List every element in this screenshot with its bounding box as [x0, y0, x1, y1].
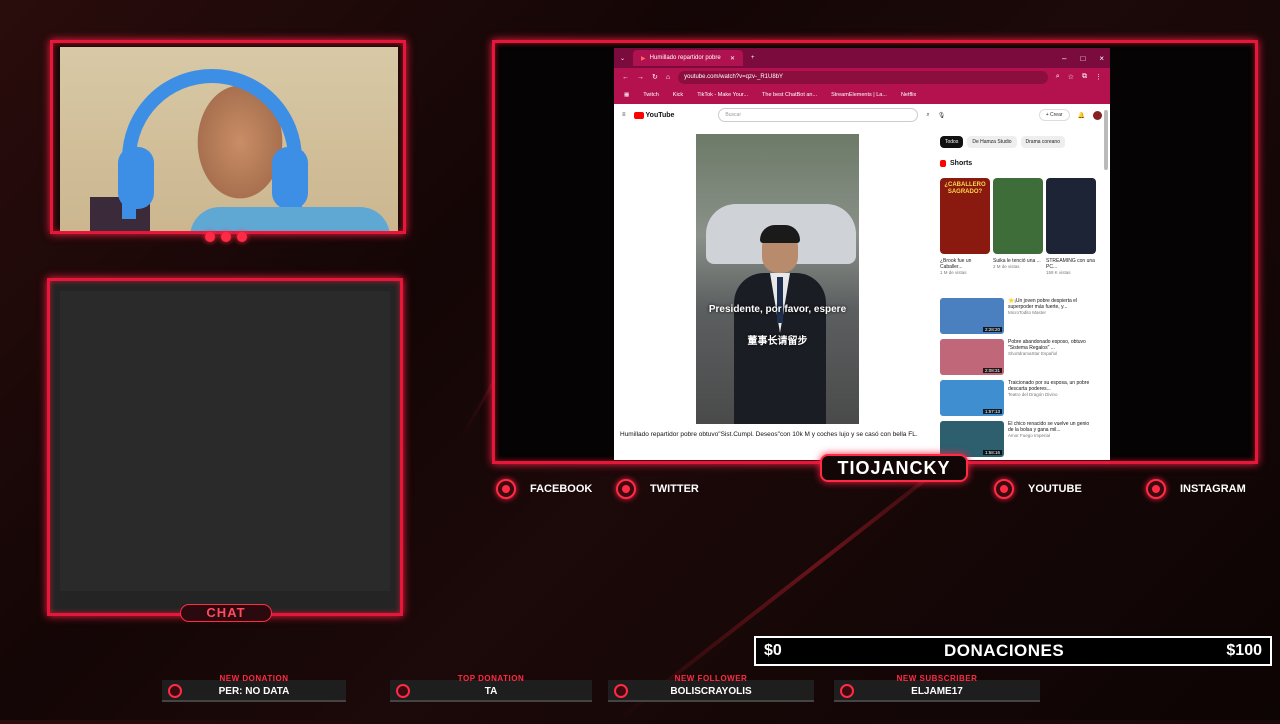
chat-area [60, 291, 390, 591]
browser-window: ⌄ ▶ Humillado repartidor pobre ✕ + – □ ×… [614, 48, 1110, 460]
close-window-button[interactable]: × [1099, 54, 1104, 63]
donations-max: $100 [1226, 642, 1262, 659]
chip-channel[interactable]: De Hamza Studio [967, 136, 1017, 148]
donations-min: $0 [764, 642, 782, 659]
reload-icon[interactable]: ↻ [652, 73, 658, 81]
youtube-header: ≡ YouTube Buscar ⌕ 🎙 + Crear 🔔 [614, 104, 1110, 126]
man-in-suit [734, 225, 826, 424]
alert-new-follower: NEW FOLLOWER BOLISCRAYOLIS [608, 674, 814, 702]
bookmark-netflix[interactable]: Netflix [901, 92, 916, 98]
new-tab-button[interactable]: + [751, 55, 755, 61]
back-icon[interactable]: ← [622, 74, 629, 81]
subtitle-chinese: 董事长请留步 [747, 336, 808, 347]
youtube-logo[interactable]: YouTube [633, 111, 674, 119]
video-title: Humillado repartidor pobre obtuvo"Sist.C… [620, 431, 918, 438]
alert-top-donation: TOP DONATION TA [390, 674, 592, 702]
webcam-frame [50, 40, 406, 234]
notifications-bell-icon[interactable]: 🔔 [1078, 112, 1085, 119]
twitter-icon [616, 479, 636, 499]
bookmark-kick[interactable]: Kick [673, 92, 683, 98]
bookmarks-bar: ▦ Twitch Kick TikTok - Make Your... The … [614, 86, 1110, 104]
short-meta-item: STREAMING con una PC... 159 K vistas [1046, 258, 1095, 275]
zoom-icon[interactable]: ⌕ [1056, 73, 1060, 81]
youtube-search-input[interactable]: Buscar [718, 108, 919, 122]
webcam-feed [60, 47, 398, 231]
list-item[interactable]: 2:28:20 ⭐¡Un joven pobre despierta el su… [940, 298, 1092, 334]
home-icon[interactable]: ⌂ [666, 74, 670, 81]
youtube-favicon-icon: ▶ [641, 55, 646, 62]
chat-label: CHAT [180, 604, 272, 622]
list-item[interactable]: 2:08:31 Pobre abandonado esposo, obtuvo … [940, 339, 1092, 375]
url-field[interactable]: youtube.com/watch?v=qzv-_R1U8bY [678, 70, 1048, 84]
list-item[interactable]: 1:58:16 El chico renacido se vuelve un g… [940, 421, 1092, 457]
scrollbar[interactable] [1104, 110, 1108, 170]
chevron-right-icon[interactable]: › [1075, 136, 1077, 148]
headset-cup-right [272, 147, 308, 209]
browser-tab-bar: ⌄ ▶ Humillado repartidor pobre ✕ + – □ × [614, 48, 1110, 68]
browser-tab-active[interactable]: ▶ Humillado repartidor pobre ✕ [633, 50, 744, 66]
menu-dots-icon[interactable]: ⋮ [1095, 73, 1102, 81]
social-instagram: INSTAGRAM [1146, 479, 1246, 499]
shorts-icon [940, 160, 946, 167]
alert-new-donation: NEW DONATION PER: NO DATA [162, 674, 346, 702]
shorts-meta: ¿Brook fue un Caballer... 1 M de vistas S… [940, 258, 1096, 276]
maximize-button[interactable]: □ [1080, 54, 1085, 63]
close-tab-icon[interactable]: ✕ [730, 55, 735, 62]
extensions-icon[interactable]: ⧉ [1082, 73, 1087, 81]
apps-grid-icon[interactable]: ▦ [624, 92, 629, 98]
shorts-row: ¿CABALLERO SAGRADO? [940, 178, 1096, 254]
microphone-icon[interactable]: 🎙 [938, 112, 946, 119]
shorts-heading: Shorts [940, 160, 972, 167]
hamburger-menu-icon[interactable]: ≡ [622, 112, 626, 118]
list-item[interactable]: 1:57:13 Traicionado por su esposa, un po… [940, 380, 1092, 416]
instagram-icon [1146, 479, 1166, 499]
address-bar-row: ← → ↻ ⌂ youtube.com/watch?v=qzv-_R1U8bY … [614, 68, 1110, 86]
bookmark-star-icon[interactable]: ☆ [1068, 73, 1074, 81]
headset-cup-left [118, 147, 154, 209]
social-youtube: YOUTUBE [994, 479, 1082, 499]
facebook-icon [496, 479, 516, 499]
social-twitter: TWITTER [616, 479, 699, 499]
create-button[interactable]: + Crear [1038, 109, 1070, 121]
short-card[interactable] [1046, 178, 1096, 254]
bookmark-chatbot[interactable]: The best ChatBot an... [762, 92, 817, 98]
donations-goal-bar: $0 DONACIONES $100 [754, 636, 1272, 666]
video-player[interactable]: Presidente, por favor, espere 董事长请留步 [696, 134, 859, 424]
shirt [190, 207, 390, 231]
bookmark-twitch[interactable]: Twitch [643, 92, 659, 98]
minimize-button[interactable]: – [1062, 54, 1066, 63]
bookmark-streamelements[interactable]: StreamElements | La... [831, 92, 887, 98]
short-meta-item: ¿Brook fue un Caballer... 1 M de vistas [940, 258, 972, 275]
chip-korean-drama[interactable]: Drama coreano [1020, 136, 1065, 148]
chat-panel [47, 278, 403, 616]
tab-list-icon[interactable]: ⌄ [620, 55, 625, 62]
youtube-icon [994, 479, 1014, 499]
youtube-play-icon [633, 111, 644, 119]
alert-new-subscriber: NEW SUBSCRIBER ELJAME17 [834, 674, 1040, 702]
forward-icon[interactable]: → [637, 74, 644, 81]
short-card[interactable]: ¿CABALLERO SAGRADO? [940, 178, 990, 254]
tab-title: Humillado repartidor pobre [649, 55, 721, 61]
short-meta-item: Suika le tenció una ... 2 M de vistas [993, 258, 1041, 269]
chip-all[interactable]: Todos [940, 136, 964, 148]
social-facebook: FACEBOOK [496, 479, 592, 499]
search-icon[interactable]: ⌕ [926, 112, 929, 119]
short-card[interactable] [993, 178, 1043, 254]
recommendations-list: 2:28:20 ⭐¡Un joven pobre despierta el su… [940, 298, 1092, 457]
filter-chips: Todos De Hamza Studio Drama coreano › [940, 136, 1077, 148]
streamer-name: TIOJANCKY [820, 454, 968, 482]
donations-label: DONACIONES [943, 641, 1065, 660]
subtitle-spanish: Presidente, por favor, espere [708, 304, 847, 315]
bookmark-tiktok[interactable]: TikTok - Make Your... [697, 92, 748, 98]
webcam-indicator-dots [205, 232, 247, 242]
avatar[interactable] [1093, 110, 1102, 120]
